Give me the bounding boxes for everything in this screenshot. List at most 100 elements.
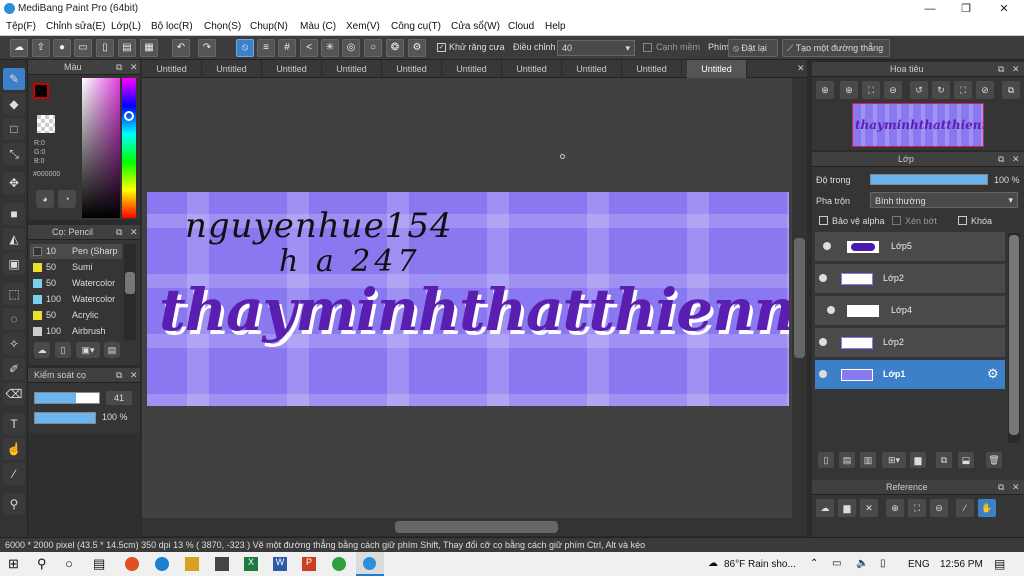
snap-off-icon[interactable]: ⦸ bbox=[236, 39, 254, 57]
undo-icon[interactable]: ↶ bbox=[172, 39, 190, 57]
layer-row[interactable]: Lớp4 bbox=[815, 296, 1005, 326]
search-icon[interactable]: ⚲ bbox=[37, 556, 47, 572]
transparent-color[interactable] bbox=[37, 115, 55, 133]
snap-curve-icon[interactable]: ❂ bbox=[386, 39, 404, 57]
bucket-tool-icon[interactable]: ◭ bbox=[3, 228, 25, 250]
close-icon[interactable]: ✕ bbox=[860, 499, 878, 517]
chrome-icon[interactable] bbox=[332, 557, 346, 571]
scroll-thumb[interactable] bbox=[125, 272, 135, 294]
scroll-thumb[interactable] bbox=[1009, 235, 1019, 435]
zoom-out-icon[interactable]: ⊖ bbox=[930, 499, 948, 517]
popout-icon[interactable]: ⧉ bbox=[116, 227, 122, 238]
palette-add-icon[interactable]: ◔ bbox=[58, 190, 76, 208]
adjust-select[interactable]: 40 ▾ bbox=[557, 40, 635, 56]
app-icon-1[interactable] bbox=[125, 557, 139, 571]
document-tab[interactable]: Untitled bbox=[442, 60, 502, 78]
comment-icon[interactable]: ● bbox=[53, 39, 71, 57]
volume-icon[interactable]: 🔈 bbox=[856, 558, 868, 569]
popout-icon[interactable]: ⧉ bbox=[998, 154, 1004, 165]
operation-tool-icon[interactable]: ☝ bbox=[3, 438, 25, 460]
chevron-up-icon[interactable]: ⌃ bbox=[810, 558, 818, 569]
store-icon[interactable] bbox=[215, 557, 229, 571]
cortana-icon[interactable]: ○ bbox=[65, 556, 73, 571]
reset-view-icon[interactable]: ⊘ bbox=[976, 81, 994, 99]
new-layer-1bit-icon[interactable]: ▥ bbox=[860, 452, 876, 468]
new-layer-8bit-icon[interactable]: ▤ bbox=[839, 452, 855, 468]
popout-icon[interactable]: ⧉ bbox=[998, 482, 1004, 493]
opacity-slider[interactable] bbox=[34, 412, 96, 424]
duplicate-icon[interactable]: ⧉ bbox=[936, 452, 952, 468]
layer-scrollbar[interactable] bbox=[1008, 233, 1020, 443]
menu-color[interactable]: Màu (C) bbox=[300, 21, 336, 32]
snap-ellipse-icon[interactable]: ○ bbox=[364, 39, 382, 57]
document-tab-active[interactable]: Untitled bbox=[687, 60, 747, 78]
open-folder-icon[interactable]: ▆ bbox=[838, 499, 856, 517]
close-panel-icon[interactable]: ✕ bbox=[1012, 154, 1020, 165]
windows-start-icon[interactable]: ⊞ bbox=[8, 556, 19, 572]
new-brush-icon[interactable]: ▯ bbox=[55, 342, 71, 358]
hue-slider[interactable] bbox=[122, 78, 136, 218]
rotate-right-icon[interactable]: ↻ bbox=[932, 81, 950, 99]
zoom-fit-icon[interactable]: ⊕ bbox=[816, 81, 834, 99]
file-explorer-icon[interactable] bbox=[185, 557, 199, 571]
popout-icon[interactable]: ⧉ bbox=[116, 370, 122, 381]
layer-row[interactable]: Lớp2 bbox=[815, 264, 1005, 294]
layer-row[interactable]: Lớp2 bbox=[815, 328, 1005, 358]
menu-file[interactable]: Tệp(F) bbox=[6, 21, 36, 32]
hue-handle[interactable] bbox=[124, 111, 134, 121]
edge-icon[interactable] bbox=[155, 557, 169, 571]
flip-icon[interactable]: ⛶ bbox=[954, 81, 972, 99]
brush-item[interactable]: 100 Airbrush bbox=[30, 324, 122, 339]
document-tab[interactable]: Untitled bbox=[322, 60, 382, 78]
foreground-color[interactable] bbox=[33, 83, 49, 99]
powerpoint-icon[interactable]: P bbox=[302, 557, 316, 571]
blend-select[interactable]: Bình thường ▾ bbox=[870, 192, 1018, 208]
brush-item[interactable]: 50 Sumi bbox=[30, 260, 122, 275]
close-button[interactable]: ✕ bbox=[986, 0, 1022, 18]
select-pen-icon[interactable]: ✐ bbox=[3, 358, 25, 380]
close-panel-icon[interactable]: ✕ bbox=[1012, 482, 1020, 493]
menu-help[interactable]: Help bbox=[545, 21, 566, 32]
magic-wand-icon[interactable]: ✧ bbox=[3, 333, 25, 355]
soft-edge-checkbox[interactable] bbox=[643, 43, 652, 52]
medibang-taskbar-button[interactable] bbox=[356, 552, 384, 576]
network-icon[interactable]: ▭ bbox=[832, 558, 841, 569]
pages-icon[interactable]: ▤ bbox=[118, 39, 136, 57]
task-view-icon[interactable]: ▤ bbox=[93, 556, 105, 572]
gradient-tool-icon[interactable]: ▣ bbox=[3, 253, 25, 275]
horizontal-scrollbar[interactable] bbox=[142, 518, 807, 536]
line-tool-icon[interactable]: ⤡ bbox=[3, 143, 25, 165]
popout-icon[interactable]: ⧉ bbox=[998, 64, 1004, 75]
layer-row-selected[interactable]: Lớp1 ⚙ bbox=[815, 360, 1005, 390]
close-panel-icon[interactable]: ✕ bbox=[130, 370, 138, 381]
cloud-icon[interactable]: ☁ bbox=[816, 499, 834, 517]
zoom-in-icon[interactable]: ⊕ bbox=[840, 81, 858, 99]
snap-parallel-icon[interactable]: ≡ bbox=[257, 39, 275, 57]
move-tool-icon[interactable]: ✥ bbox=[3, 172, 25, 194]
new-window-icon[interactable]: ⧉ bbox=[1002, 81, 1020, 99]
select-eraser-icon[interactable]: ⌫ bbox=[3, 383, 25, 405]
add-layer-menu-icon[interactable]: ⊞▾ bbox=[882, 452, 906, 468]
redo-icon[interactable]: ↷ bbox=[198, 39, 216, 57]
text-tool-icon[interactable]: T bbox=[3, 413, 25, 435]
clock[interactable]: 12:56 PM bbox=[940, 559, 983, 570]
close-panel-icon[interactable]: ✕ bbox=[130, 227, 138, 238]
menu-capture[interactable]: Chụp(N) bbox=[250, 21, 288, 32]
menu-tools[interactable]: Công cụ(T) bbox=[391, 21, 441, 32]
weather-text[interactable]: 86°F Rain sho... bbox=[724, 559, 796, 570]
language-indicator[interactable]: ENG bbox=[908, 559, 930, 570]
antialias-checkbox[interactable]: ✓ bbox=[437, 43, 446, 52]
cloud-brush-icon[interactable]: ☁ bbox=[34, 342, 50, 358]
speech-icon[interactable]: ▭ bbox=[74, 39, 92, 57]
document-tab[interactable]: Untitled bbox=[142, 60, 202, 78]
clipping-checkbox[interactable] bbox=[892, 216, 901, 225]
document-tab[interactable]: Untitled bbox=[262, 60, 322, 78]
brush-scrollbar[interactable] bbox=[124, 244, 136, 340]
merge-down-icon[interactable]: ⬓ bbox=[958, 452, 974, 468]
upload-icon[interactable]: ⇧ bbox=[32, 39, 50, 57]
close-panel-icon[interactable]: ✕ bbox=[1012, 64, 1020, 75]
saturation-box[interactable] bbox=[82, 78, 120, 218]
zoom-out-icon[interactable]: ⊖ bbox=[884, 81, 902, 99]
menu-cloud[interactable]: Cloud bbox=[508, 21, 534, 32]
layer-opacity-slider[interactable] bbox=[870, 174, 988, 185]
